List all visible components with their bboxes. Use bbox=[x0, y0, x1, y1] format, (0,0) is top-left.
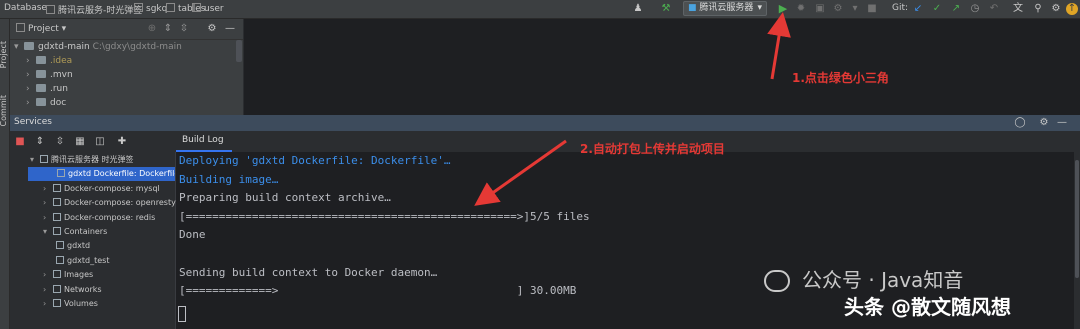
annotation-step1: 1.点击绿色小三角 bbox=[792, 71, 889, 85]
watermark-line2: 头条 @散文随风想 bbox=[844, 295, 1011, 319]
watermark-line1: 公众号 · Java知音 bbox=[802, 268, 964, 292]
annotation-arrow-build bbox=[474, 139, 567, 206]
annotation-step2: 2.自动打包上传并启动项目 bbox=[580, 142, 725, 156]
wechat-logo-icon bbox=[764, 270, 790, 292]
annotation-arrow-run bbox=[767, 12, 791, 80]
